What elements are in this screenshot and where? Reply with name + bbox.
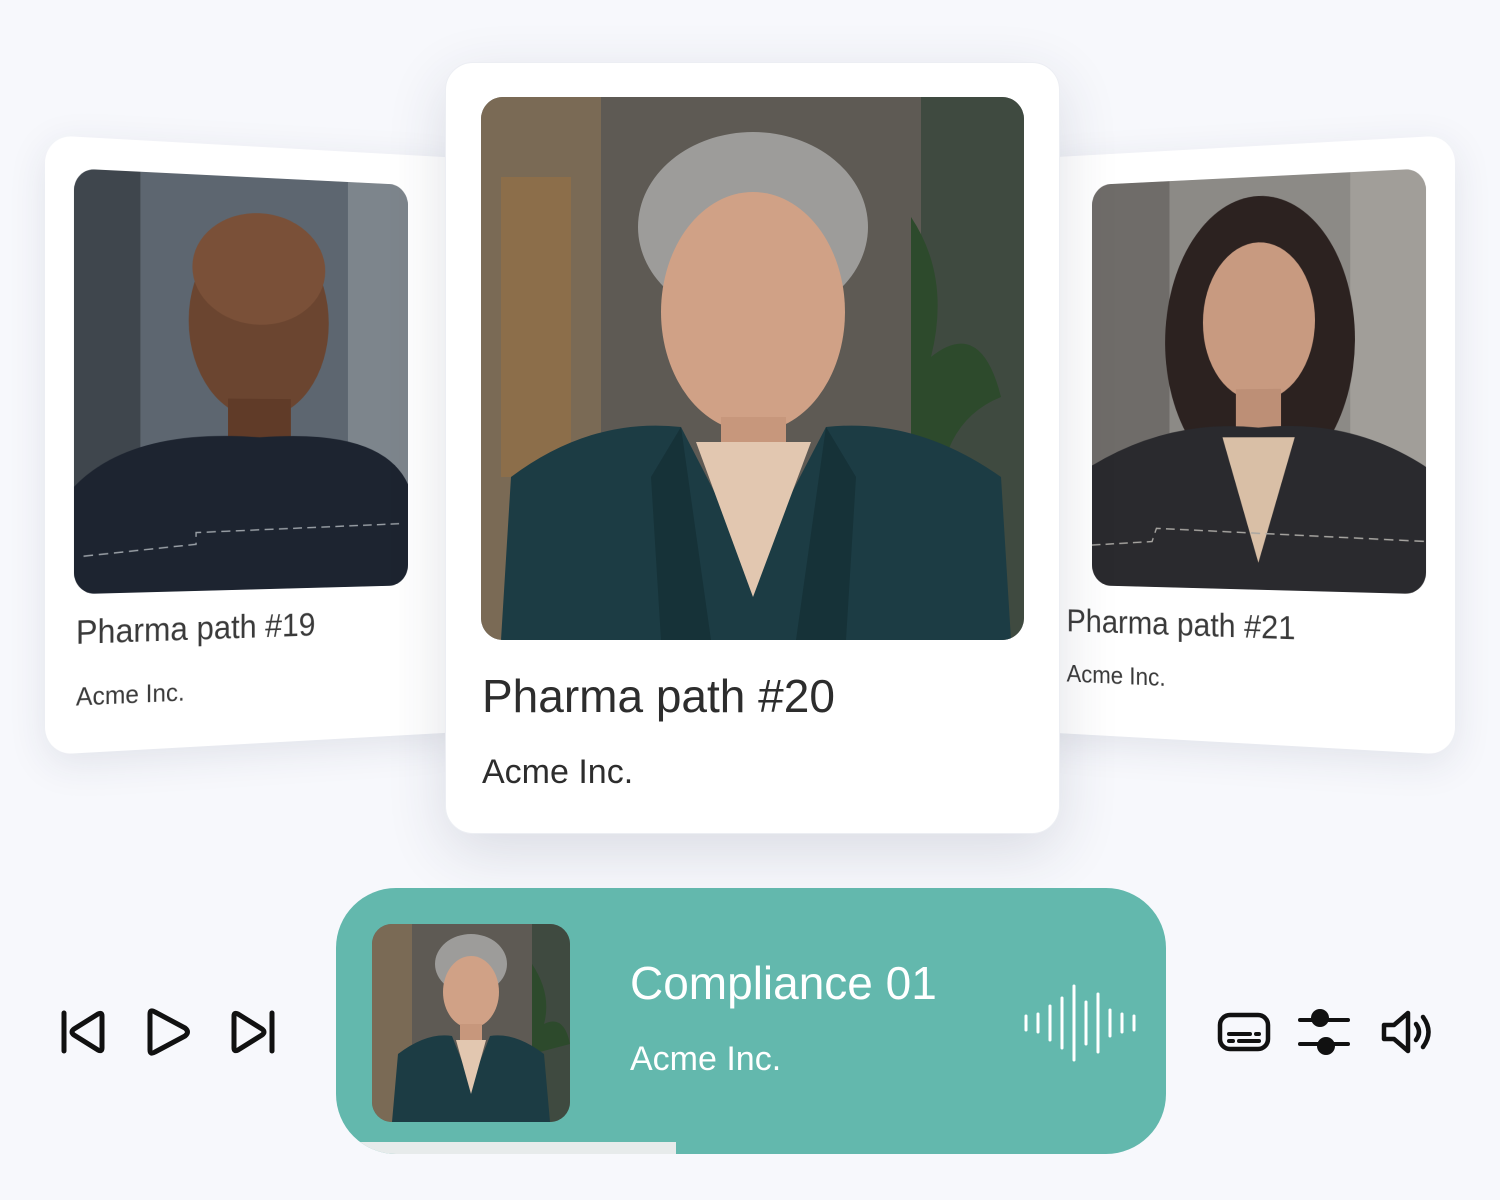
now-playing-title: Compliance 01 (630, 957, 937, 1009)
playback-progress-track[interactable] (336, 1142, 1166, 1154)
video-card-20[interactable]: Pharma path #20 Acme Inc. (445, 62, 1060, 834)
skip-forward-icon (231, 1010, 275, 1054)
card-company: Acme Inc. (75, 677, 185, 712)
skip-back-icon (61, 1010, 105, 1054)
subtitles-icon (1217, 1012, 1271, 1052)
now-playing-thumbnail (372, 924, 570, 1122)
card-company: Acme Inc. (1066, 659, 1166, 692)
skip-back-button[interactable] (56, 1004, 112, 1060)
presenter-photo-woman-gray-hair (481, 97, 1024, 640)
settings-sliders-icon (1298, 1009, 1350, 1055)
card-title: Pharma path #21 (1066, 603, 1296, 648)
presenter-photo-woman-dark-hair (1091, 168, 1427, 595)
now-playing-bar[interactable]: Compliance 01 Acme Inc. (336, 888, 1166, 1154)
card-title: Pharma path #20 (482, 670, 835, 722)
skip-forward-button[interactable] (224, 1004, 280, 1060)
volume-icon (1381, 1010, 1431, 1054)
now-playing-company: Acme Inc. (630, 1040, 782, 1078)
subtitles-button[interactable] (1216, 1004, 1272, 1060)
video-card-21[interactable]: Pharma path #21 Acme Inc. (1033, 135, 1455, 755)
play-button[interactable] (140, 1004, 196, 1060)
settings-button[interactable] (1296, 1004, 1352, 1060)
card-title: Pharma path #19 (75, 606, 316, 652)
play-icon (147, 1008, 190, 1056)
volume-button[interactable] (1380, 1004, 1436, 1060)
video-card-19[interactable]: Pharma path #19 Acme Inc. (45, 135, 467, 755)
playback-progress-fill (336, 1142, 677, 1154)
presenter-photo-man (73, 168, 409, 595)
audio-waveform-icon (1024, 984, 1136, 1062)
card-company: Acme Inc. (482, 753, 634, 791)
